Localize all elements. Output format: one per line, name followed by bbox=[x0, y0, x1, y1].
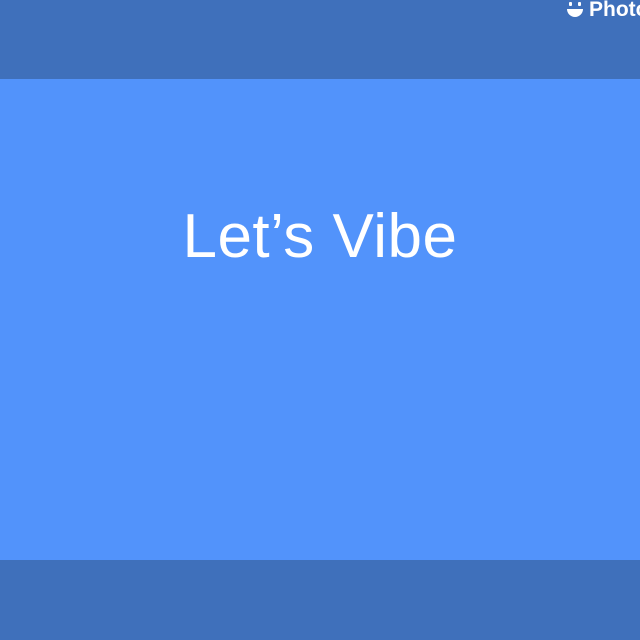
slide-panel: Let’s Vibe bbox=[0, 79, 640, 560]
app-watermark: Photo bbox=[566, 0, 640, 22]
watermark-text: Photo bbox=[589, 0, 640, 21]
screen-frame: Photo Let’s Vibe bbox=[0, 0, 640, 640]
top-bar: Photo bbox=[0, 0, 640, 79]
bottom-bar bbox=[0, 560, 640, 640]
slide-title: Let’s Vibe bbox=[182, 202, 458, 271]
smiley-icon bbox=[566, 1, 584, 19]
